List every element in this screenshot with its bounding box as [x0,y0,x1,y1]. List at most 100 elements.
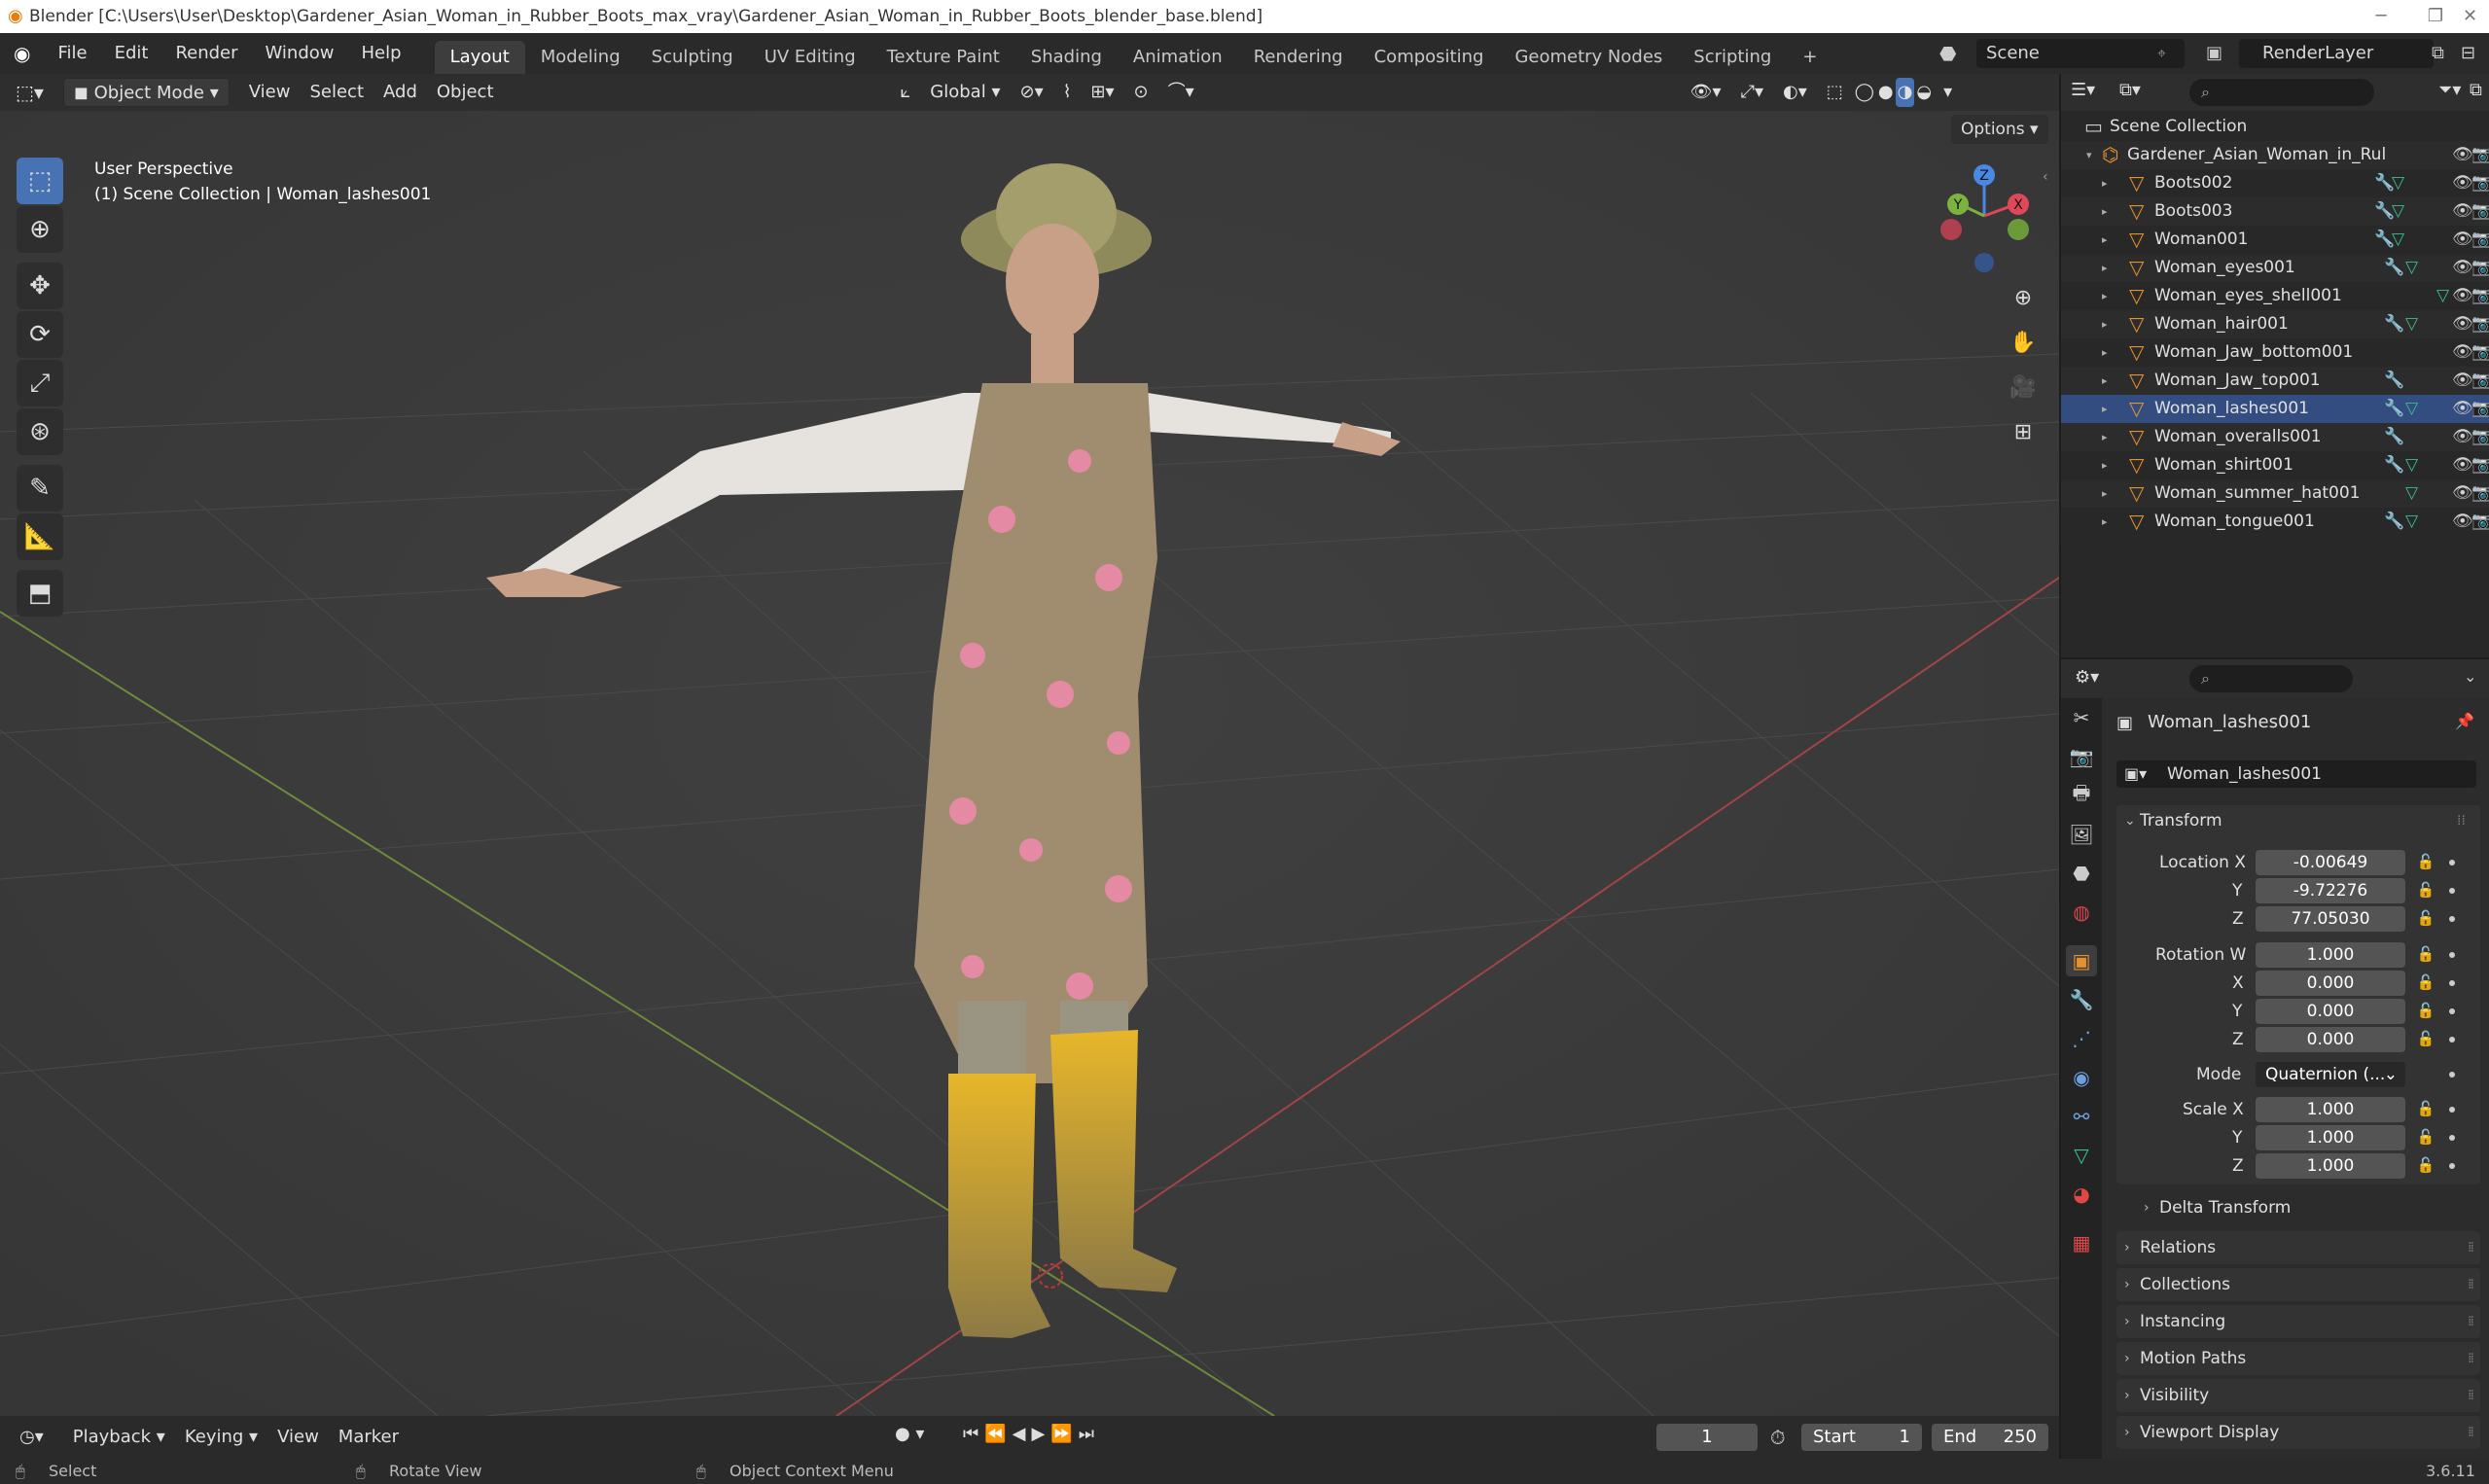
measure-tool[interactable]: 📐 [17,513,63,560]
visibility-eye-icon[interactable]: 👁 [2452,371,2473,390]
render-camera-icon[interactable]: 📷 [2471,342,2489,362]
lock-scale-z-icon[interactable]: 🔓 [2416,1156,2436,1176]
tab-rendering[interactable]: Rendering [1238,41,1359,74]
view-layer-selector[interactable]: RenderLayer [2239,39,2434,68]
render-camera-icon[interactable]: 📷 [2471,258,2489,277]
end-frame-field[interactable]: End 250 [1932,1424,2048,1451]
outliner-object-row[interactable]: ▸ ▽ Woman001 🔧 ▽ 👁 📷 [2061,226,2489,254]
tab-animation[interactable]: Animation [1118,41,1238,74]
outliner-scene-collection[interactable]: ▭ Scene Collection [2061,113,2489,141]
minimize-button[interactable]: ─ [2354,0,2408,33]
panel-grip-icon[interactable]: ⁞⁞ [2457,813,2466,829]
tool-tab-icon[interactable]: ✂ [2066,702,2097,733]
modifier-icon[interactable]: 🔧 [2384,371,2404,390]
current-frame-field[interactable]: 1 [1656,1424,1758,1451]
mesh-data-icon[interactable]: ▽ [2392,230,2404,249]
visibility-eye-icon[interactable]: 👁 [2452,399,2473,418]
proportional-edit-icon[interactable]: ⊙ [1124,78,1158,107]
orientation-icon[interactable]: ⟀ [891,78,921,107]
menu-view[interactable]: View [239,78,301,107]
tab-uv-editing[interactable]: UV Editing [749,41,871,74]
properties-search-input[interactable]: ⌕ [2189,665,2353,692]
panel-grip-icon[interactable]: ⁞⁞ [2468,1231,2474,1264]
mesh-data-icon[interactable]: ▽ [2405,455,2418,475]
transform-tool[interactable]: ⊛ [17,408,63,455]
datablock-selector[interactable]: ▣▾ Woman_lashes001 [2116,760,2476,788]
keyframe-dot[interactable] [2449,1163,2455,1169]
jump-start-icon[interactable]: ⏮ [963,1424,984,1444]
outliner-search-input[interactable]: ⌕ [2189,79,2374,106]
panel-grip-icon[interactable]: ⁞⁞ [2468,1379,2474,1412]
render-camera-icon[interactable]: 📷 [2471,173,2489,193]
location-y-field[interactable]: -9.72276 [2256,878,2405,903]
playback-menu[interactable]: Playback ▾ [63,1423,175,1452]
physics-tab-icon[interactable]: ◉ [2066,1062,2097,1093]
outliner-object-row[interactable]: ▸ ▽ Woman_overalls001 🔧 👁 📷 [2061,423,2489,451]
solid-shading-icon[interactable]: ● [1876,78,1896,107]
object-tab-icon[interactable]: ▣ [2066,945,2097,976]
filter-icon[interactable]: ⏷▾ [2438,80,2461,100]
menu-window[interactable]: Window [252,33,348,74]
snap-target-icon[interactable]: ⊞▾ [1081,78,1123,107]
keyframe-dot[interactable] [2449,916,2455,922]
outliner-object-row[interactable]: ▸ ▽ Boots003 🔧 ▽ 👁 📷 [2061,197,2489,226]
constraints-tab-icon[interactable]: ⚯ [2066,1101,2097,1132]
outliner-object-row[interactable]: ▸ ▽ Woman_lashes001 🔧 ▽ 👁 📷 [2061,395,2489,423]
rotation-w-field[interactable]: 1.000 [2256,942,2405,968]
expand-arrow-icon[interactable]: ▾ [2086,149,2092,161]
rotation-mode-dropdown[interactable]: Quaternion (... ⌄ [2256,1062,2405,1087]
outliner-object-row[interactable]: ▸ ▽ Woman_eyes001 🔧 ▽ 👁 📷 [2061,254,2489,282]
view-layer-icon[interactable]: ▣ [2206,39,2222,68]
lock-scale-y-icon[interactable]: 🔓 [2416,1128,2436,1148]
shading-options-icon[interactable]: ▾ [1934,78,1962,107]
outliner-object-row[interactable]: ▸ ▽ Woman_Jaw_bottom001 👁 📷 [2061,338,2489,367]
visibility-eye-icon[interactable]: 👁 [2452,483,2473,503]
tab-compositing[interactable]: Compositing [1359,41,1500,74]
mesh-data-icon[interactable]: ▽ [2405,314,2418,334]
outliner-object-row[interactable]: ▸ ▽ Woman_tongue001 🔧 ▽ 👁 📷 [2061,508,2489,536]
outliner-collection[interactable]: ▾ ⌬ Gardener_Asian_Woman_in_Rul 👁 📷 [2061,141,2489,169]
panel-grip-icon[interactable]: ⁞⁞ [2468,1416,2474,1449]
annotate-tool[interactable]: ✎ [17,465,63,512]
expand-arrow-icon[interactable]: ▸ [2102,374,2108,387]
expand-arrow-icon[interactable]: ▸ [2102,318,2108,331]
render-tab-icon[interactable]: 📷 [2066,741,2097,772]
scale-tool[interactable]: ⤢ [17,360,63,406]
expand-arrow-icon[interactable]: ▸ [2102,290,2108,302]
tab-sculpting[interactable]: Sculpting [636,41,749,74]
render-camera-icon[interactable]: 📷 [2471,371,2489,390]
data-tab-icon[interactable]: ▽ [2066,1140,2097,1171]
modifier-tab-icon[interactable]: 🔧 [2066,984,2097,1015]
move-tool[interactable]: ✥ [17,263,63,309]
lock-rotation-y-icon[interactable]: 🔓 [2416,1002,2436,1021]
mesh-data-icon[interactable]: ▽ [2392,201,2404,221]
expand-arrow-icon[interactable]: ▸ [2102,459,2108,472]
editor-type-icon[interactable]: ⬚▾ [6,78,53,107]
modifier-icon[interactable]: 🔧 [2384,512,2404,531]
visibility-eye-icon[interactable]: 👁 [2452,455,2473,475]
panel-relations[interactable]: › Relations ⁞⁞ [2116,1231,2480,1264]
options-dropdown[interactable]: Options ▾ [1951,115,2048,144]
outliner-object-row[interactable]: ▸ ▽ Woman_shirt001 🔧 ▽ 👁 📷 [2061,451,2489,479]
visibility-eye-icon[interactable]: 👁 [2452,145,2473,164]
lock-rotation-z-icon[interactable]: 🔓 [2416,1030,2436,1049]
mesh-data-icon[interactable]: ▽ [2405,512,2418,531]
view-layer-tab-icon[interactable]: 🖼 [2066,819,2097,850]
wireframe-shading-icon[interactable]: ◯ [1853,78,1876,107]
add-workspace-button[interactable]: + [1787,41,1832,74]
render-camera-icon[interactable]: 📷 [2471,145,2489,164]
mesh-data-icon[interactable]: ▽ [2405,399,2418,418]
expand-arrow-icon[interactable]: ▸ [2102,487,2108,500]
location-x-field[interactable]: -0.00649 [2256,850,2405,875]
add-cube-tool[interactable]: ⬒ [17,570,63,617]
lock-scale-x-icon[interactable]: 🔓 [2416,1100,2436,1119]
new-collection-icon[interactable]: ⧉ [2470,80,2482,100]
delta-transform-subpanel[interactable]: Delta Transform [2159,1198,2291,1218]
keyframe-dot[interactable] [2449,888,2455,894]
visibility-eye-icon[interactable]: 👁 [2452,286,2473,305]
modifier-icon[interactable]: 🔧 [2384,455,2404,475]
expand-arrow-icon[interactable]: ▸ [2102,205,2108,218]
menu-add[interactable]: Add [373,78,427,107]
keyframe-dot[interactable] [2449,980,2455,986]
play-reverse-icon[interactable]: ◀ [1013,1424,1032,1444]
